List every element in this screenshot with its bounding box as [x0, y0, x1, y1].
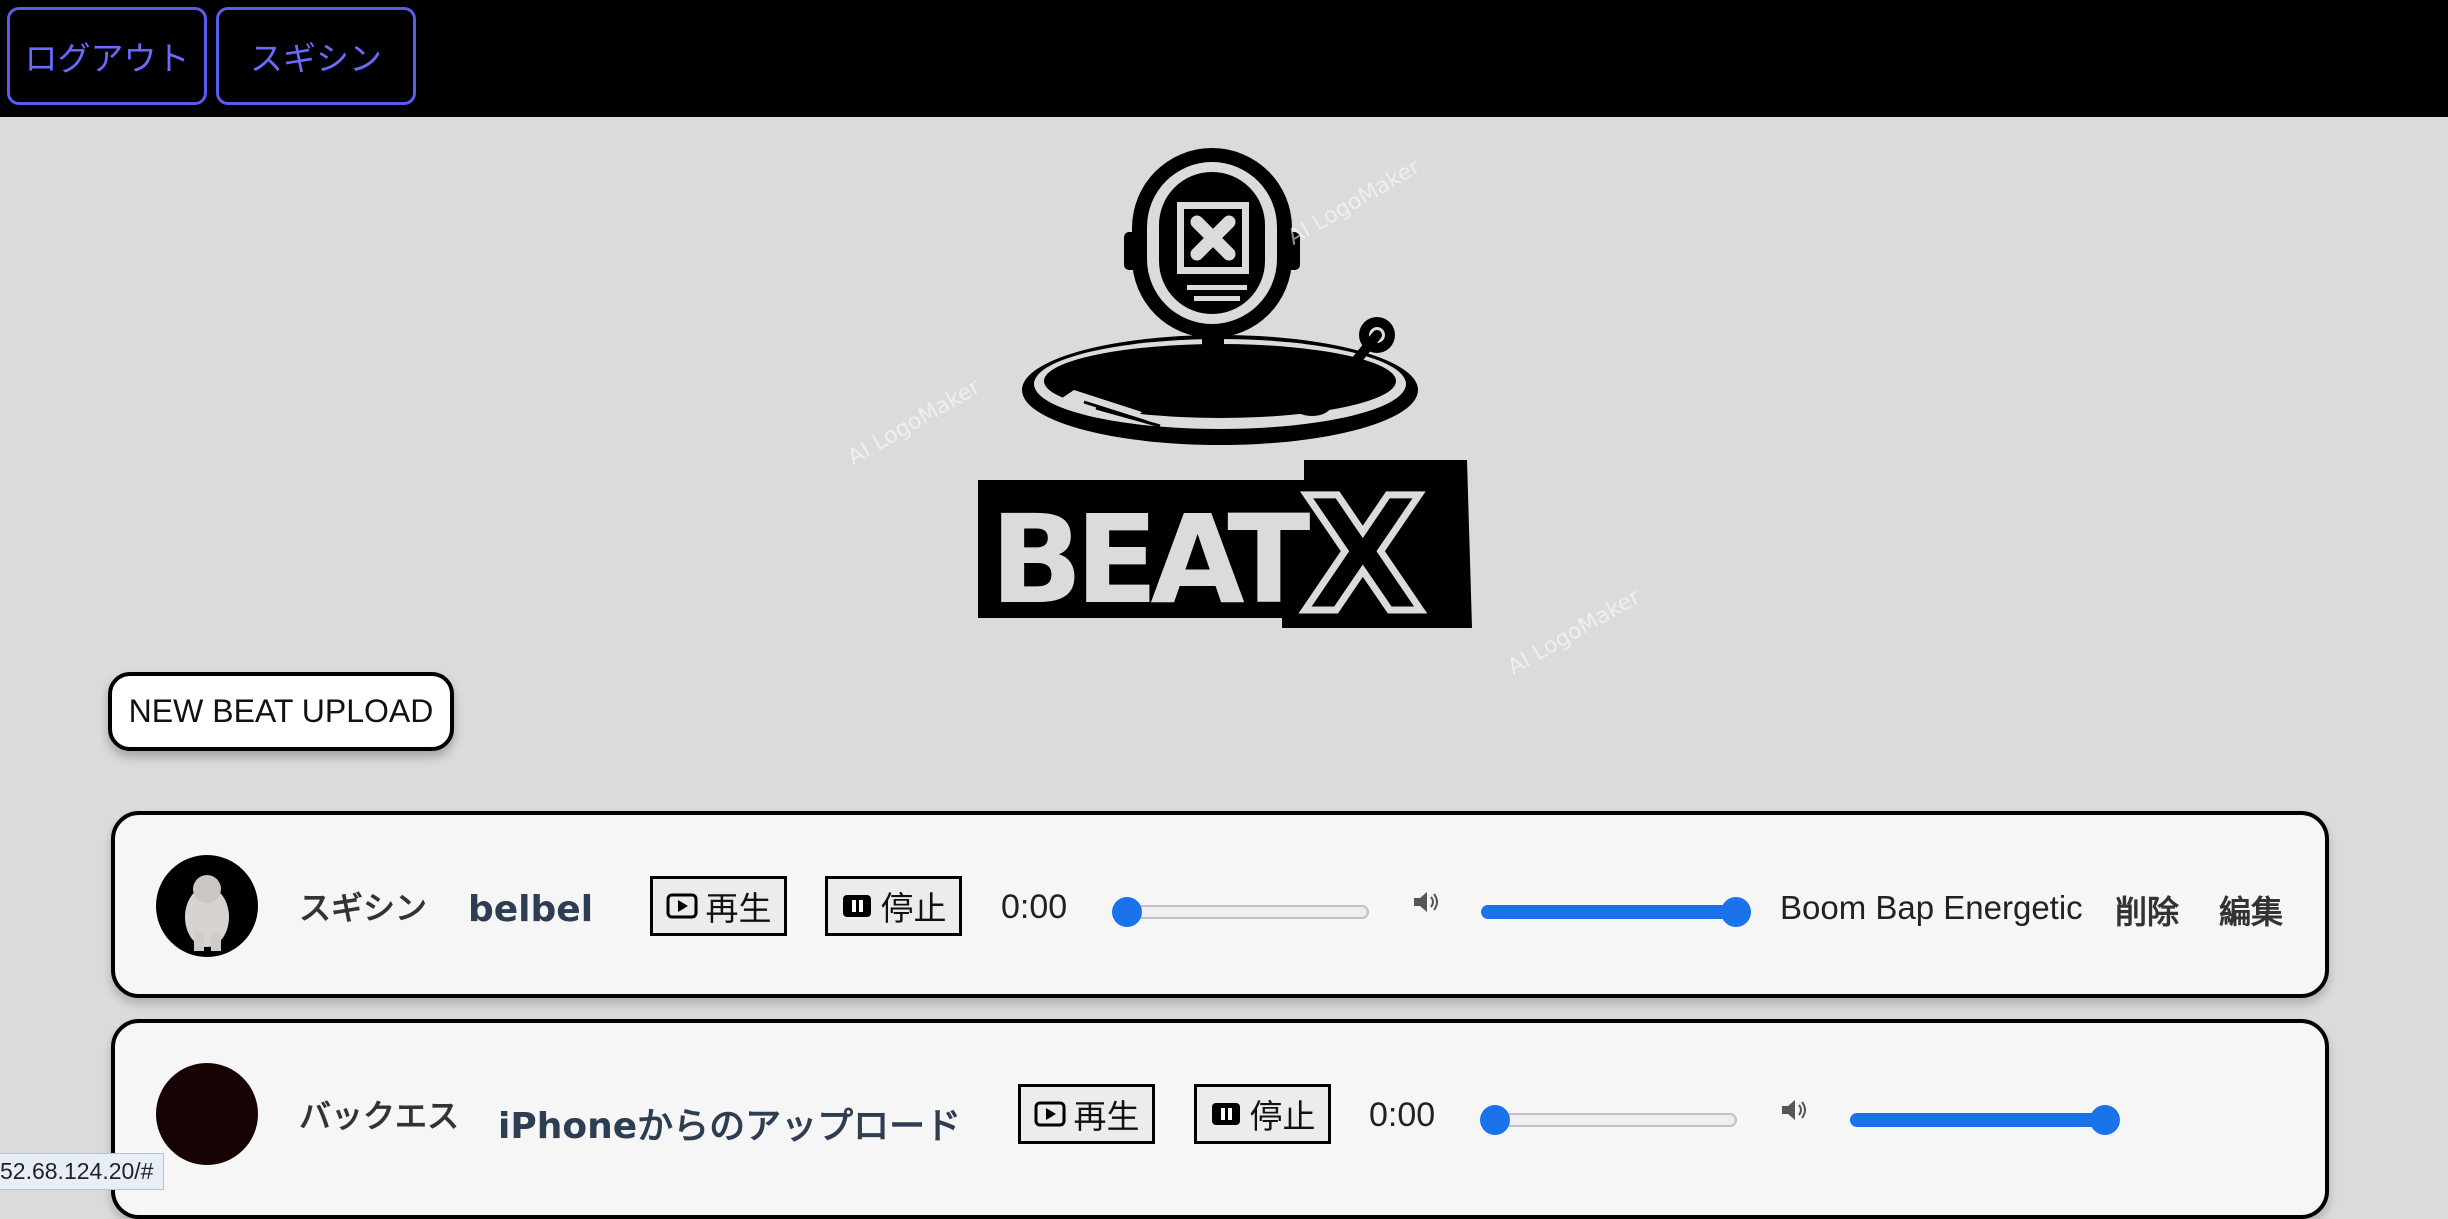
playback-time: 0:00 [1369, 1096, 1436, 1134]
playback-time: 0:00 [1001, 888, 1068, 926]
top-nav-bar: ログアウト スギシン [0, 0, 2448, 117]
pause-icon [842, 895, 871, 917]
logout-button[interactable]: ログアウト [7, 7, 207, 105]
beatx-logo: BEAT X [978, 148, 1472, 640]
stop-label: 停止 [880, 889, 947, 928]
stop-label: 停止 [1249, 1097, 1316, 1136]
beat-title: belbel [468, 889, 594, 930]
stop-button[interactable]: 停止 [825, 876, 962, 936]
play-label: 再生 [705, 889, 772, 928]
new-beat-upload-button[interactable]: NEW BEAT UPLOAD [108, 672, 454, 751]
volume-icon [1782, 1100, 1806, 1120]
seek-handle[interactable] [1112, 897, 1142, 927]
logo-wordmark-text: BEAT [990, 489, 1310, 631]
stop-button[interactable]: 停止 [1194, 1084, 1331, 1144]
user-profile-button[interactable]: スギシン [216, 7, 416, 105]
play-label: 再生 [1073, 1097, 1140, 1136]
play-button[interactable]: 再生 [1018, 1084, 1155, 1144]
volume-slider[interactable] [1481, 905, 1741, 919]
delete-button[interactable]: 削除 [2115, 887, 2179, 933]
status-bar-url: 52.68.124.20/# [0, 1153, 165, 1190]
volume-handle[interactable] [1721, 897, 1751, 927]
beat-card: バックエス iPhoneからのアップロード 再生 停止 0:00 [111, 1019, 2329, 1219]
avatar[interactable] [156, 855, 258, 957]
volume-icon [1414, 892, 1438, 912]
seek-bar[interactable] [1483, 1113, 1737, 1127]
play-icon [1034, 1101, 1065, 1127]
edit-button[interactable]: 編集 [2219, 887, 2283, 933]
play-button[interactable]: 再生 [650, 876, 787, 936]
svg-text:X: X [1302, 464, 1421, 640]
beat-genre-tag: Boom Bap Energetic [1780, 889, 2083, 926]
seek-bar[interactable] [1115, 905, 1369, 919]
beat-title: iPhoneからのアップロード [498, 1106, 962, 1147]
volume-handle[interactable] [2090, 1105, 2120, 1135]
logo-watermark: AI LogoMaker [1503, 584, 1645, 681]
volume-slider[interactable] [1850, 1113, 2110, 1127]
pause-icon [1211, 1103, 1240, 1125]
beat-username[interactable]: バックエス [299, 1091, 459, 1137]
play-icon [666, 893, 697, 919]
logo-watermark: AI LogoMaker [843, 374, 985, 471]
avatar[interactable] [156, 1063, 258, 1165]
beat-username[interactable]: スギシン [299, 883, 427, 929]
beat-card: スギシン belbel 再生 停止 0:00 Boom Bap Energeti… [111, 811, 2329, 998]
seek-handle[interactable] [1480, 1105, 1510, 1135]
